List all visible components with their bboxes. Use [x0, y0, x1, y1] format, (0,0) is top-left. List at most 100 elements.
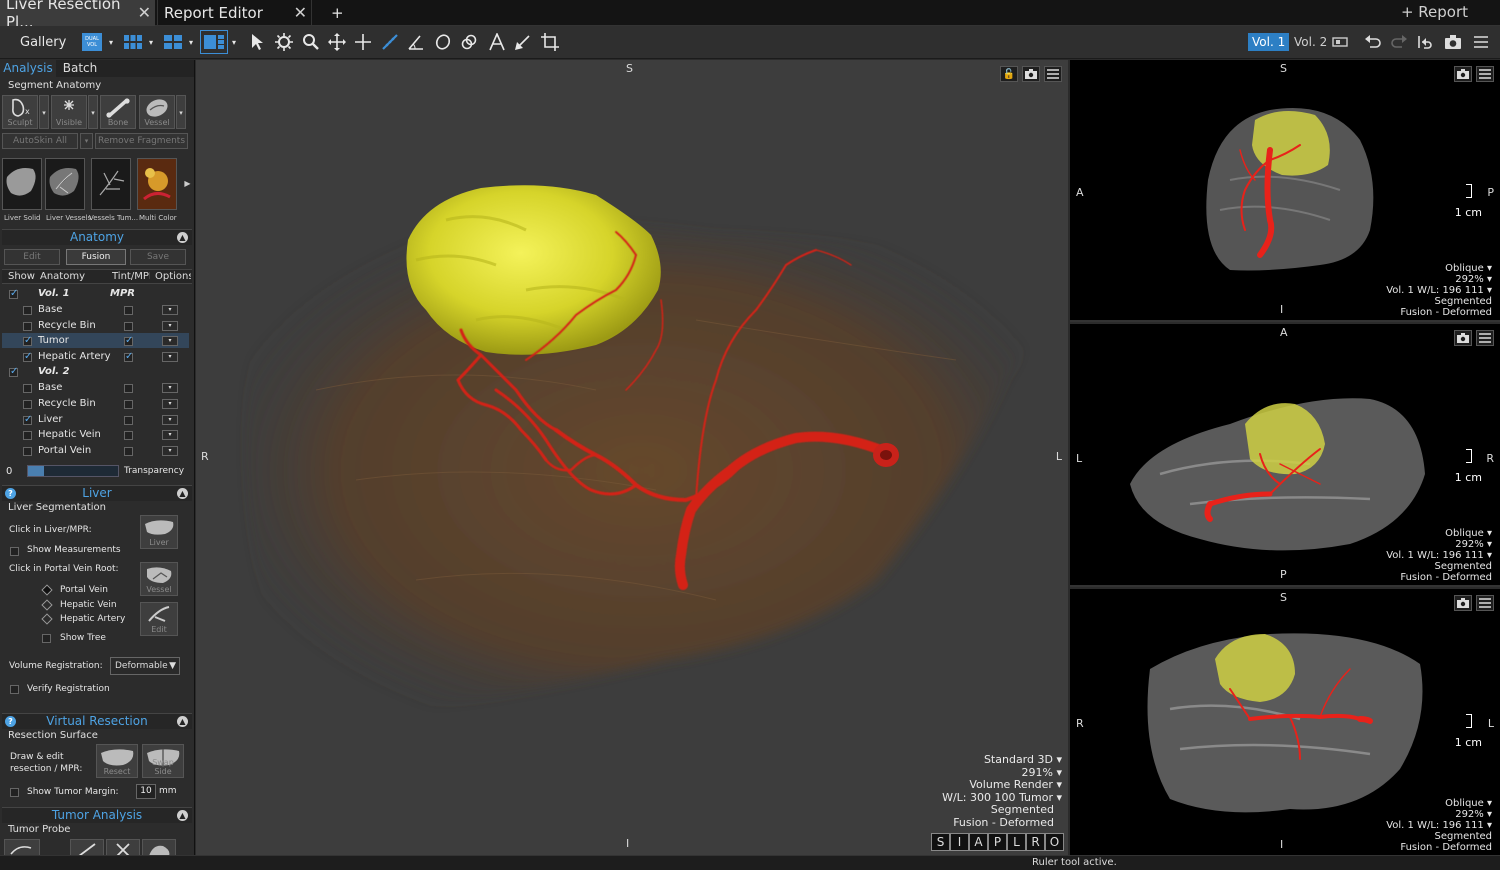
orient-left-button[interactable]: L [1007, 833, 1026, 851]
save-button[interactable]: Save [130, 249, 186, 265]
hepatic-vein-radio[interactable] [41, 599, 53, 611]
ruler-icon[interactable] [379, 30, 401, 54]
liver-button[interactable]: Liver [140, 515, 178, 549]
show-checkbox[interactable] [23, 447, 32, 456]
camera-icon[interactable] [1442, 30, 1464, 54]
tint-checkbox[interactable] [124, 431, 133, 440]
show-margin-checkbox[interactable] [10, 788, 19, 797]
menu-icon[interactable] [1476, 330, 1494, 346]
options-dropdown[interactable]: ▾ [162, 399, 178, 409]
tumor-draw-button[interactable] [70, 839, 104, 855]
anatomy-item-base[interactable]: Base [38, 382, 62, 393]
new-tab-button[interactable]: + [325, 0, 355, 26]
swap-side-button[interactable]: Swap Side [142, 744, 184, 778]
tint-checkbox[interactable] [124, 306, 133, 315]
vol1-toggle[interactable]: Vol. 1 [1248, 33, 1290, 51]
margin-input[interactable]: 10 [136, 784, 156, 799]
options-dropdown[interactable]: ▾ [162, 430, 178, 440]
reset-icon[interactable] [1414, 30, 1436, 54]
virtual-resection-header[interactable]: ? Virtual Resection ▲ [2, 713, 192, 729]
hepatic-artery-radio[interactable] [41, 613, 53, 625]
overlay-line[interactable]: Oblique ▾ [1386, 798, 1492, 809]
show-checkbox[interactable] [23, 306, 32, 315]
show-checkbox[interactable] [23, 322, 32, 331]
help-icon[interactable]: ? [5, 716, 16, 727]
tab-liver-resection[interactable]: Liver Resection Pl... ✕ [0, 0, 155, 31]
options-dropdown[interactable]: ▾ [162, 352, 178, 362]
chevron-down-icon[interactable]: ▾ [176, 95, 186, 129]
options-dropdown[interactable]: ▾ [162, 383, 178, 393]
edit-button[interactable]: Edit [4, 249, 60, 265]
tint-checkbox[interactable] [124, 384, 133, 393]
menu-icon[interactable] [1044, 66, 1062, 82]
vol1-show-checkbox[interactable] [9, 288, 18, 299]
show-checkbox[interactable] [23, 335, 32, 346]
portal-vein-option[interactable]: Portal Vein [60, 585, 108, 595]
tumor-shape-button[interactable] [142, 839, 176, 855]
tint-checkbox[interactable] [124, 351, 133, 362]
resect-button[interactable]: Resect [96, 744, 138, 778]
preset-multi-color[interactable] [137, 158, 177, 210]
chevron-down-icon[interactable]: ▾ [80, 133, 93, 149]
chevron-down-icon[interactable]: ▾ [146, 30, 156, 54]
overlay-line[interactable]: Vol. 1 W/L: 196 111 ▾ [1386, 550, 1492, 561]
orient-posterior-button[interactable]: P [988, 833, 1007, 851]
show-checkbox[interactable] [23, 384, 32, 393]
tab-report-editor[interactable]: Report Editor ✕ [157, 0, 312, 26]
layout-1-3-icon[interactable] [200, 30, 228, 54]
options-dropdown[interactable]: ▾ [162, 336, 178, 346]
menu-icon[interactable] [1476, 595, 1494, 611]
remove-fragments-button[interactable]: Remove Fragments [95, 133, 188, 149]
vessel-button[interactable]: Vessel [139, 95, 175, 129]
crosshair-icon[interactable] [352, 30, 374, 54]
verify-registration-checkbox[interactable] [10, 685, 19, 694]
camera-icon[interactable] [1454, 330, 1472, 346]
volume-display-icon[interactable] [1330, 30, 1350, 54]
show-measurements-checkbox[interactable] [10, 547, 19, 556]
anatomy-section-header[interactable]: Anatomy ▲ [2, 229, 192, 245]
anatomy-item-tumor[interactable]: Tumor [38, 335, 69, 346]
show-checkbox[interactable] [23, 431, 32, 440]
overlay-line[interactable]: 292% ▾ [1386, 539, 1492, 550]
show-checkbox[interactable] [23, 414, 32, 425]
show-tree-checkbox[interactable] [42, 634, 51, 643]
overlay-line[interactable]: 292% ▾ [1386, 274, 1492, 285]
tab-batch[interactable]: Batch [58, 60, 102, 77]
freehand-roi-icon[interactable] [458, 30, 480, 54]
portal-vein-radio[interactable] [41, 584, 53, 596]
collapse-icon[interactable]: ▲ [177, 810, 188, 821]
collapse-icon[interactable]: ▲ [177, 716, 188, 727]
chevron-down-icon[interactable]: ▾ [186, 30, 196, 54]
anatomy-item-base[interactable]: Base [38, 304, 62, 315]
chevron-down-icon[interactable]: ▾ [106, 30, 116, 54]
edit-vessel-button[interactable]: Edit [140, 602, 178, 636]
pan-icon[interactable] [326, 30, 348, 54]
preset-liver-solid[interactable] [2, 158, 42, 210]
slider-handle[interactable] [28, 466, 44, 476]
layout-quad-icon[interactable] [162, 30, 184, 54]
menu-icon[interactable] [1476, 66, 1494, 82]
sculpt-button[interactable]: x Sculpt [2, 95, 38, 129]
dual-vol-icon[interactable]: DUAL VOL [82, 33, 102, 51]
vessel-seed-button[interactable]: Vessel [140, 562, 178, 596]
layout-grid-icon[interactable] [122, 30, 144, 54]
orient-inferior-button[interactable]: I [950, 833, 969, 851]
orient-superior-button[interactable]: S [931, 833, 950, 851]
zoom-icon[interactable] [300, 30, 322, 54]
orient-right-button[interactable]: R [1026, 833, 1045, 851]
overlay-line[interactable]: 292% ▾ [1386, 809, 1492, 820]
brightness-icon[interactable] [273, 30, 295, 54]
crop-icon[interactable] [539, 30, 561, 54]
options-dropdown[interactable]: ▾ [162, 415, 178, 425]
show-checkbox[interactable] [23, 400, 32, 409]
close-icon[interactable]: ✕ [294, 3, 307, 22]
redo-icon[interactable] [1388, 30, 1410, 54]
tint-checkbox[interactable] [124, 400, 133, 409]
bone-button[interactable]: Bone [100, 95, 136, 129]
collapse-icon[interactable]: ▲ [177, 488, 188, 499]
registration-select[interactable]: Deformable ▼ [110, 657, 180, 675]
collapse-icon[interactable]: ▲ [177, 232, 188, 243]
fusion-button[interactable]: Fusion [66, 249, 126, 265]
autoskin-all-button[interactable]: AutoSkin All [2, 133, 78, 149]
show-checkbox[interactable] [23, 351, 32, 362]
